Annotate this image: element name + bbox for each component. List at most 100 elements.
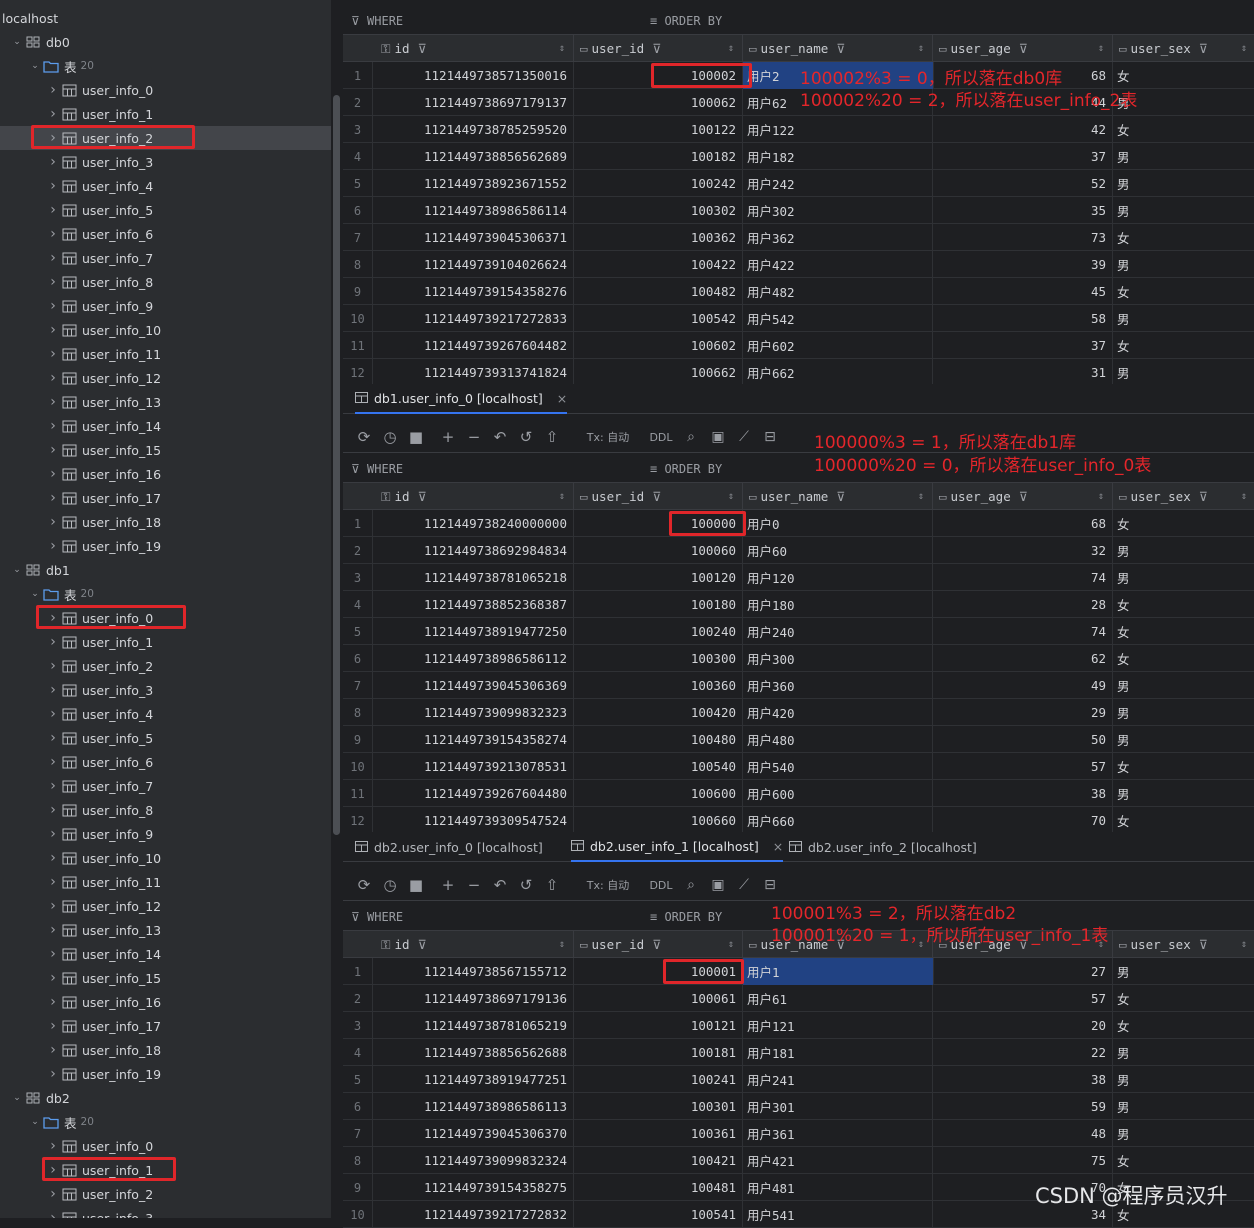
table-row[interactable]: 4 1121449738856562688 100181 用户181 22 男	[343, 1039, 1254, 1066]
chevron-right-icon[interactable]: ›	[46, 538, 60, 554]
cell-user_age[interactable]: 52	[933, 170, 1113, 197]
table-row[interactable]: 7 1121449739045306370 100361 用户361 48 男	[343, 1120, 1254, 1147]
tree-table-item[interactable]: › user_info_0	[0, 78, 331, 102]
table-row[interactable]: 8 1121449739099832324 100421 用户421 75 女	[343, 1147, 1254, 1174]
undo-icon[interactable]: ↶	[489, 869, 511, 901]
view-mode-icon[interactable]: ▣	[707, 869, 729, 901]
tree-table-item[interactable]: › user_info_13	[0, 918, 331, 942]
chart-icon[interactable]: ⟋	[733, 421, 755, 453]
cell-user_name[interactable]: 用户121	[743, 1012, 933, 1039]
cell-user_sex[interactable]: 男	[1113, 1039, 1254, 1066]
cell-user_sex[interactable]: 男	[1113, 699, 1254, 726]
table-row[interactable]: 6 1121449738986586114 100302 用户302 35 男	[343, 197, 1254, 224]
cell-user_name[interactable]: 用户662	[743, 359, 933, 386]
cell-user_age[interactable]: 49	[933, 672, 1113, 699]
chevron-right-icon[interactable]: ›	[46, 682, 60, 698]
tree-table-item[interactable]: › user_info_14	[0, 414, 331, 438]
table-row[interactable]: 7 1121449739045306371 100362 用户362 73 女	[343, 224, 1254, 251]
order-by-filter[interactable]: ≡ ORDER BY	[650, 14, 722, 28]
tree-table-item[interactable]: › user_info_19	[0, 1062, 331, 1086]
cell-user_age[interactable]: 50	[933, 726, 1113, 753]
result-tab[interactable]: db2.user_info_1 [localhost] ×	[571, 832, 784, 862]
where-filter[interactable]: ⊽ WHERE	[351, 910, 403, 924]
cell-user_id[interactable]: 100180	[574, 591, 743, 618]
tree-table-item[interactable]: › user_info_7	[0, 774, 331, 798]
cell-user_sex[interactable]: 男	[1113, 251, 1254, 278]
chevron-right-icon[interactable]: ›	[46, 250, 60, 266]
add-row-icon[interactable]: +	[437, 421, 459, 453]
table-row[interactable]: 9 1121449739154358274 100480 用户480 50 男	[343, 726, 1254, 753]
cell-id[interactable]: 1121449738986586113	[375, 1093, 574, 1120]
cell-user_id[interactable]: 100060	[574, 537, 743, 564]
column-header-user_id[interactable]: ▭ user_id ⊽ ⇕	[574, 35, 743, 62]
chevron-right-icon[interactable]: ›	[46, 874, 60, 890]
ddl-button[interactable]: DDL	[646, 869, 676, 901]
cell-user_sex[interactable]: 女	[1113, 1147, 1254, 1174]
cell-user_id[interactable]: 100480	[574, 726, 743, 753]
table-row[interactable]: 7 1121449739045306369 100360 用户360 49 男	[343, 672, 1254, 699]
cell-user_age[interactable]: 74	[933, 618, 1113, 645]
cell-user_id[interactable]: 100301	[574, 1093, 743, 1120]
chevron-down-icon[interactable]: ⌄	[10, 1093, 24, 1103]
sort-toggle-icon[interactable]: ⇕	[728, 491, 734, 502]
cell-user_age[interactable]: 68	[933, 510, 1113, 537]
chevron-right-icon[interactable]: ›	[46, 1210, 60, 1218]
cell-user_sex[interactable]: 女	[1113, 62, 1254, 89]
tree-table-item[interactable]: › user_info_14	[0, 942, 331, 966]
cell-user_sex[interactable]: 女	[1113, 591, 1254, 618]
cell-user_sex[interactable]: 男	[1113, 1093, 1254, 1120]
cell-user_name[interactable]: 用户241	[743, 1066, 933, 1093]
chevron-right-icon[interactable]: ›	[46, 274, 60, 290]
sort-toggle-icon[interactable]: ⇕	[559, 491, 565, 502]
cell-id[interactable]: 1121449739099832323	[375, 699, 574, 726]
tree-table-item[interactable]: › user_info_3	[0, 678, 331, 702]
cell-user_name[interactable]: 用户122	[743, 116, 933, 143]
cell-user_id[interactable]: 100001	[574, 958, 743, 985]
cell-user_id[interactable]: 100482	[574, 278, 743, 305]
cell-user_name[interactable]: 用户602	[743, 332, 933, 359]
table-row[interactable]: 1 1121449738240000000 100000 用户0 68 女	[343, 510, 1254, 537]
chevron-right-icon[interactable]: ›	[46, 418, 60, 434]
tree-table-item[interactable]: › user_info_3	[0, 150, 331, 174]
sort-toggle-icon[interactable]: ⇕	[1098, 43, 1104, 54]
cell-user_age[interactable]: 57	[933, 753, 1113, 780]
table-row[interactable]: 11 1121449739267604482 100602 用户602 37 女	[343, 332, 1254, 359]
chevron-right-icon[interactable]: ›	[46, 706, 60, 722]
tree-table-item[interactable]: › user_info_2	[0, 654, 331, 678]
table-row[interactable]: 1 1121449738571350016 100002 用户2 68 女	[343, 62, 1254, 89]
column-header-user_id[interactable]: ▭ user_id ⊽ ⇕	[574, 483, 743, 510]
cell-user_id[interactable]: 100662	[574, 359, 743, 386]
result-tab[interactable]: db2.user_info_0 [localhost]	[355, 832, 543, 862]
cell-user_sex[interactable]: 女	[1113, 618, 1254, 645]
cell-user_name[interactable]: 用户600	[743, 780, 933, 807]
cell-user_name[interactable]: 用户60	[743, 537, 933, 564]
where-filter[interactable]: ⊽ WHERE	[351, 14, 403, 28]
stop-icon[interactable]: ■	[405, 869, 427, 901]
chevron-right-icon[interactable]: ›	[46, 730, 60, 746]
tree-db-db1[interactable]: ⌄ db1	[0, 558, 331, 582]
table-row[interactable]: 1 1121449738567155712 100001 用户1 27 男	[343, 958, 1254, 985]
tree-table-item[interactable]: › user_info_8	[0, 270, 331, 294]
export-icon[interactable]: ⊟	[759, 421, 781, 453]
cell-user_id[interactable]: 100361	[574, 1120, 743, 1147]
table-row[interactable]: 5 1121449738919477250 100240 用户240 74 女	[343, 618, 1254, 645]
cell-user_sex[interactable]: 男	[1113, 1066, 1254, 1093]
cell-id[interactable]: 1121449739217272833	[375, 305, 574, 332]
table-row[interactable]: 4 1121449738852368387 100180 用户180 28 女	[343, 591, 1254, 618]
table-row[interactable]: 2 1121449738697179136 100061 用户61 57 女	[343, 985, 1254, 1012]
tree-table-item[interactable]: › user_info_3	[0, 1206, 331, 1218]
tree-table-item[interactable]: › user_info_18	[0, 510, 331, 534]
chevron-right-icon[interactable]: ›	[46, 1018, 60, 1034]
cell-user_age[interactable]: 31	[933, 359, 1113, 386]
chevron-right-icon[interactable]: ›	[46, 802, 60, 818]
chevron-down-icon[interactable]: ⌄	[28, 1117, 42, 1127]
cell-user_sex[interactable]: 男	[1113, 1120, 1254, 1147]
cell-user_id[interactable]: 100000	[574, 510, 743, 537]
cell-user_id[interactable]: 100542	[574, 305, 743, 332]
cell-user_age[interactable]: 22	[933, 1039, 1113, 1066]
cell-user_age[interactable]: 38	[933, 1066, 1113, 1093]
cell-user_name[interactable]: 用户481	[743, 1174, 933, 1201]
cell-id[interactable]: 1121449739267604480	[375, 780, 574, 807]
column-filter-icon[interactable]: ⊽	[418, 489, 427, 504]
sort-toggle-icon[interactable]: ⇕	[1241, 491, 1247, 502]
